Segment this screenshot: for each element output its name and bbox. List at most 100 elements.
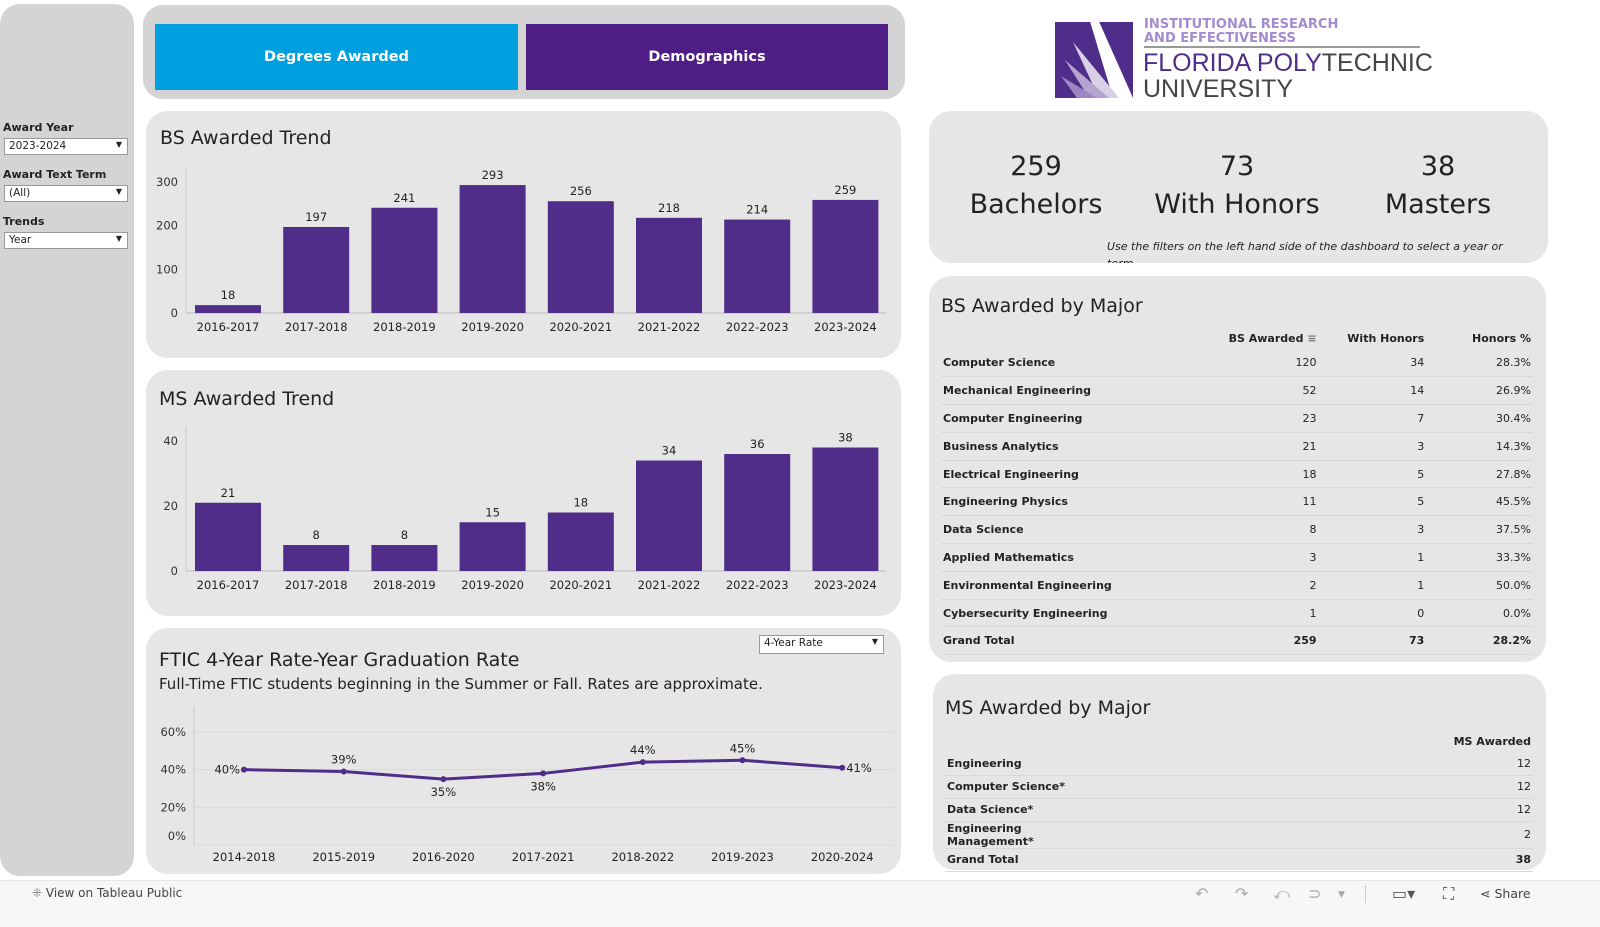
table-cell: 5 bbox=[1318, 460, 1427, 489]
major-name: Grand Total bbox=[945, 848, 1105, 872]
data-label: 39% bbox=[331, 753, 357, 767]
logo-line2: AND EFFECTIVENESS bbox=[1144, 31, 1296, 46]
table-row: Mechanical Engineering 52 14 26.9% bbox=[941, 376, 1533, 406]
fullscreen-icon[interactable]: ⛶ bbox=[1443, 884, 1454, 904]
kpi-bachelors-label: Bachelors bbox=[969, 189, 1103, 220]
data-label: 18 bbox=[573, 496, 588, 510]
table-cell: 34 bbox=[1318, 349, 1427, 378]
table-cell: 8 bbox=[1212, 515, 1319, 545]
data-label: 44% bbox=[630, 743, 656, 757]
x-tick-label: 2018-2019 bbox=[373, 578, 436, 592]
award-year-select[interactable]: 2023-2024 ▼ bbox=[4, 138, 128, 155]
award-term-value: (All) bbox=[9, 187, 31, 199]
table-row: Applied Mathematics 3 1 33.3% bbox=[941, 543, 1533, 572]
table-row: Computer Engineering 23 7 30.4% bbox=[941, 404, 1533, 433]
revert-icon[interactable]: ⤺ bbox=[1273, 884, 1290, 904]
table-row: Computer Science* 12 bbox=[945, 775, 1533, 799]
present-icon[interactable]: ▭▾ bbox=[1392, 884, 1415, 903]
table-cell: 1 bbox=[1318, 571, 1427, 600]
x-tick-label: 2015-2019 bbox=[312, 850, 375, 864]
table-cell: 18 bbox=[1212, 460, 1319, 489]
undo-icon[interactable]: ↶ bbox=[1195, 884, 1208, 903]
sort-icon[interactable]: ≡ bbox=[1307, 332, 1316, 345]
more-dropdown-icon[interactable]: ▼ bbox=[1338, 890, 1345, 900]
col-bs-awarded[interactable]: BS Awarded ≡ bbox=[1213, 327, 1319, 349]
data-label: 218 bbox=[658, 201, 680, 215]
trends-value: Year bbox=[9, 234, 32, 246]
table-row: Engineering Physics 11 5 45.5% bbox=[941, 487, 1533, 517]
y-tick-label: 40 bbox=[163, 434, 178, 448]
degrees-awarded-button[interactable]: Degrees Awarded bbox=[155, 24, 518, 90]
table-cell: 14 bbox=[1318, 376, 1427, 406]
bar bbox=[371, 545, 438, 571]
data-label: 8 bbox=[401, 528, 408, 542]
ms-awarded-chart: 0 20 40 21 2016-2017 8 2017-2018 8 2018-2019 15 20… bbox=[163, 426, 886, 592]
major-name: Engineering Physics bbox=[941, 487, 1213, 517]
share-button[interactable]: ⋖ Share bbox=[1480, 886, 1531, 901]
bar bbox=[283, 545, 350, 571]
data-point bbox=[839, 764, 846, 771]
table-row: Data Science 8 3 37.5% bbox=[941, 515, 1533, 545]
kpi-panel: 259 Bachelors 73 With Honors 38 Masters … bbox=[929, 111, 1548, 263]
table-cell: 27.8% bbox=[1426, 460, 1533, 489]
x-tick-label: 2016-2017 bbox=[197, 320, 260, 334]
bar bbox=[724, 454, 791, 571]
table-cell: 33.3% bbox=[1426, 543, 1533, 572]
refresh-icon[interactable]: ⊃ bbox=[1308, 884, 1321, 903]
bs-by-major-panel: BS Awarded by Major BS Awarded ≡ With Ho… bbox=[929, 276, 1546, 662]
major-name: Data Science bbox=[941, 515, 1213, 545]
table-cell: 12 bbox=[1105, 775, 1533, 799]
demographics-button[interactable]: Demographics bbox=[526, 24, 888, 90]
table-row: Computer Science 120 34 28.3% bbox=[941, 349, 1533, 378]
bs-table-title: BS Awarded by Major bbox=[941, 295, 1143, 317]
table-cell: 1 bbox=[1212, 599, 1319, 628]
kpi-bachelors-value: 259 bbox=[1010, 151, 1062, 182]
data-label: 197 bbox=[305, 210, 327, 224]
x-tick-label: 2020-2021 bbox=[549, 578, 612, 592]
major-name: Computer Engineering bbox=[941, 404, 1213, 433]
data-label: 256 bbox=[570, 184, 592, 198]
kpi-masters-label: Masters bbox=[1384, 189, 1492, 220]
table-cell: 26.9% bbox=[1426, 376, 1533, 406]
major-name: Business Analytics bbox=[941, 432, 1213, 461]
table-row: Environmental Engineering 2 1 50.0% bbox=[941, 571, 1533, 600]
x-tick-label: 2016-2017 bbox=[197, 578, 260, 592]
bar bbox=[459, 185, 526, 313]
table-cell: 0.0% bbox=[1426, 599, 1533, 628]
table-cell: 28.3% bbox=[1426, 349, 1533, 378]
major-name: Grand Total bbox=[941, 626, 1213, 656]
bar bbox=[636, 460, 702, 571]
x-tick-label: 2016-2020 bbox=[412, 850, 475, 864]
award-term-select[interactable]: (All) ▼ bbox=[4, 185, 128, 202]
table-cell: 30.4% bbox=[1426, 404, 1533, 433]
major-name: Environmental Engineering bbox=[941, 571, 1213, 600]
data-label: 40% bbox=[214, 763, 240, 777]
major-name: Engineering bbox=[945, 752, 1105, 776]
nav-bar: Degrees Awarded Demographics bbox=[143, 5, 905, 99]
y-tick-label: 100 bbox=[156, 262, 178, 276]
data-label: 36 bbox=[750, 437, 765, 451]
data-label: 35% bbox=[431, 785, 457, 799]
kpi-masters-value: 38 bbox=[1420, 151, 1456, 182]
bar bbox=[459, 522, 526, 571]
data-point bbox=[540, 770, 547, 777]
table-cell: 45.5% bbox=[1426, 487, 1533, 517]
x-tick-label: 2019-2020 bbox=[461, 578, 524, 592]
x-tick-label: 2020-2021 bbox=[549, 320, 612, 334]
view-on-tableau-link[interactable]: ⁜ View on Tableau Public bbox=[32, 886, 182, 900]
bs-awarded-chart: 0 100 200 300 18 2016-2017 197 2017-2018 241 2018… bbox=[156, 167, 886, 334]
table-cell: 5 bbox=[1318, 487, 1427, 517]
y-tick-label: 0% bbox=[168, 829, 186, 843]
bar bbox=[636, 217, 702, 313]
major-name: Computer Science* bbox=[945, 775, 1105, 799]
x-tick-label: 2021-2022 bbox=[638, 578, 701, 592]
data-label: 8 bbox=[313, 528, 320, 542]
logo-line4: UNIVERSITY bbox=[1143, 75, 1294, 103]
redo-icon[interactable]: ↷ bbox=[1235, 884, 1248, 903]
table-cell: 7 bbox=[1318, 404, 1427, 433]
y-tick-label: 0 bbox=[171, 306, 178, 320]
trends-select[interactable]: Year ▼ bbox=[4, 232, 128, 249]
table-cell: 3 bbox=[1318, 432, 1427, 461]
data-label: 21 bbox=[221, 486, 236, 500]
logo-line3: FLORIDA POLYTECHNIC bbox=[1143, 49, 1433, 77]
